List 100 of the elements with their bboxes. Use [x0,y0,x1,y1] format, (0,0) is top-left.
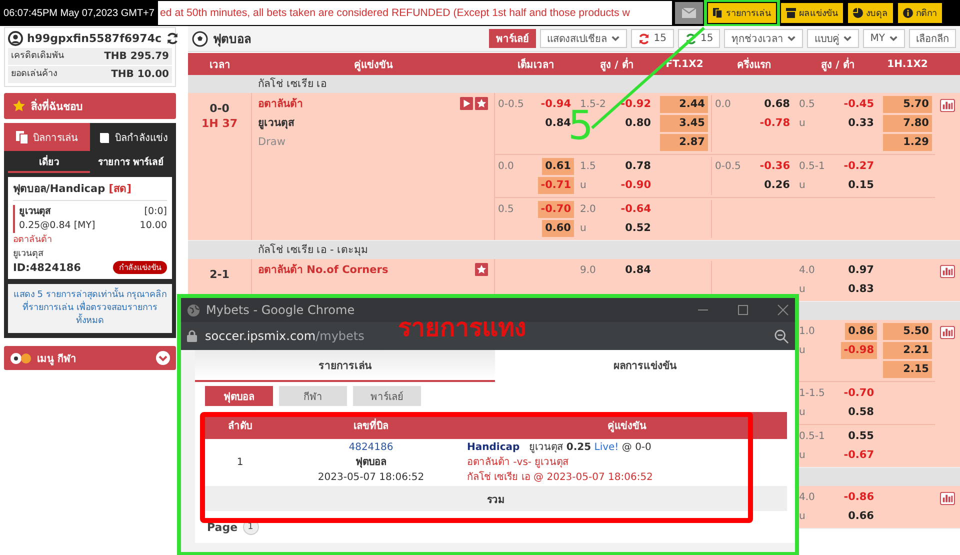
username: h99gpxfin5587f6974c [27,32,162,44]
document-icon [713,8,723,18]
column-header: สูง / ต่ำ [599,56,635,72]
sports-menu-bar[interactable]: เมนู กีฬา [4,346,176,370]
top-menu-button[interactable]: กติกา [898,3,942,23]
info-icon [903,8,913,18]
top-menu-button[interactable]: งบดุล [848,3,893,23]
bill-number-link[interactable]: 4824186 [275,440,467,455]
market-line: 0.0 [715,98,732,112]
match-score: 2-1 [210,267,230,282]
window-title: Mybets - Google Chrome [206,303,355,317]
market-line: u [799,283,806,297]
play-icon[interactable] [460,97,473,110]
documents-icon [16,130,29,144]
odds-value[interactable]: 0.60 [542,220,574,237]
maximize-icon[interactable] [737,304,749,316]
chevron-down-icon [889,34,898,43]
league-time: กัลโช่ เซเรีย เอ @ 2023-05-07 18:06:52 [467,470,654,485]
dropdown[interactable]: ทุกช่วงเวลา [724,29,804,48]
tab[interactable]: พาร์เลย์ [353,386,421,406]
league-select-button[interactable]: เลือกลีก [909,29,956,48]
globe-icon [187,304,200,316]
status-badge: กำลังแข่งขัน [113,261,167,274]
tab[interactable]: บิลการเล่น [4,123,90,151]
tab[interactable]: กีฬา [279,386,347,406]
table-cell-text: 1 [236,457,244,468]
column-header: คู่แข่งขัน [353,58,394,72]
market-line: u [799,179,806,193]
balance-label: ยอดเล่นค้าง [11,68,57,81]
odds-value[interactable]: 0.83 [845,281,877,298]
chevron-down-icon[interactable] [156,351,170,365]
annotation-caption: รายการแทง [398,313,526,343]
close-icon[interactable] [777,304,789,316]
odds-value[interactable]: 2.87 [660,134,708,151]
odds-value[interactable]: 7.80 [883,115,932,132]
odds-value[interactable]: 0.61 [542,158,574,175]
star-icon[interactable] [475,97,488,110]
tab[interactable]: เดี่ยว [8,151,90,173]
market-line: u [799,117,806,131]
market-line: 0-0.5 [715,160,742,174]
odds-value[interactable]: 2.44 [660,96,708,113]
odds-value[interactable]: 0.15 [845,177,877,194]
column-header: FT.1X2 [664,58,704,70]
odds-value[interactable]: 0.55 [845,428,877,445]
odds-value[interactable]: 1.29 [883,134,932,151]
odds-value[interactable]: 5.70 [883,96,932,113]
refresh-icon[interactable] [166,32,179,44]
odds-value[interactable]: 0.52 [622,220,654,237]
tab[interactable]: ฟุตบอล [205,386,273,406]
team-name: อตาลันต้า [258,97,303,112]
star-icon[interactable] [475,263,488,276]
team-name: Draw [258,135,286,150]
odds-value[interactable]: 0.68 [761,96,793,113]
balls-icon [10,352,32,364]
odds-value[interactable]: 0.66 [845,508,877,525]
match-clock: 1H 37 [202,116,238,131]
odds-value[interactable]: 5.50 [883,323,932,340]
envelope-icon [682,8,696,18]
address-bar[interactable]: soccer.ipsmix.com/mybets [205,329,364,343]
dropdown[interactable]: MY [863,29,905,48]
dropdown[interactable]: แบบคู่ [807,29,860,48]
tab[interactable]: รายการ พาร์เลย์ [90,151,172,173]
odds-value[interactable]: 0.78 [622,158,654,175]
archive-icon [786,8,796,18]
odds-value[interactable]: 0.80 [622,115,654,132]
zoom-out-icon[interactable] [774,328,789,344]
fixture: อตาลันต้า -vs- ยูเวนตุส [467,456,570,470]
chart-icon[interactable] [940,492,955,505]
odds-value[interactable]: 3.45 [660,115,708,132]
dropdown[interactable]: แสดงสเปเชียล [540,29,627,48]
odds-value[interactable]: 0.58 [845,404,877,421]
chevron-down-icon [843,34,852,43]
refresh-button[interactable]: 15 [630,29,674,48]
balance-label: เครดิตเดิมพัน [11,50,64,63]
market-line: 1.5 [580,160,597,174]
chart-icon[interactable] [940,99,955,112]
odds-value[interactable]: 0.26 [761,177,793,194]
chart-icon[interactable] [940,326,955,339]
odds-value[interactable]: 2.21 [883,342,932,359]
sport-title: ฟุตบอล [213,31,251,48]
column-header: คู่แข่งขัน [606,420,648,433]
odds-value[interactable]: 0.86 [845,323,877,340]
odds-value[interactable]: 0.33 [845,115,877,132]
odds-value[interactable]: 2.15 [883,361,932,378]
match-score: 0-0 [210,101,230,116]
market-line: u [580,222,588,236]
odds-value[interactable]: 0.97 [845,262,877,279]
pie-chart-icon [853,8,863,18]
parlay-button[interactable]: พาร์เลย์ [488,29,536,48]
market-line: 0.5 [498,203,515,217]
chart-icon[interactable] [940,265,955,278]
league-name: กัลโช่ เซเรีย เอ [257,76,327,92]
top-menu-button[interactable]: รายการเล่น [708,3,776,23]
top-menu-button[interactable]: ผลแข่งขัน [781,3,843,23]
favorites-button[interactable]: สิ่งที่ฉันชอบ [4,93,176,119]
tab[interactable]: รายการเล่น [195,350,495,382]
balance-value: THB 295.79 [104,50,169,63]
odds-value[interactable]: 0.84 [622,262,654,279]
market-line: 1.0 [799,325,816,339]
balance-value: THB 10.00 [111,68,169,81]
